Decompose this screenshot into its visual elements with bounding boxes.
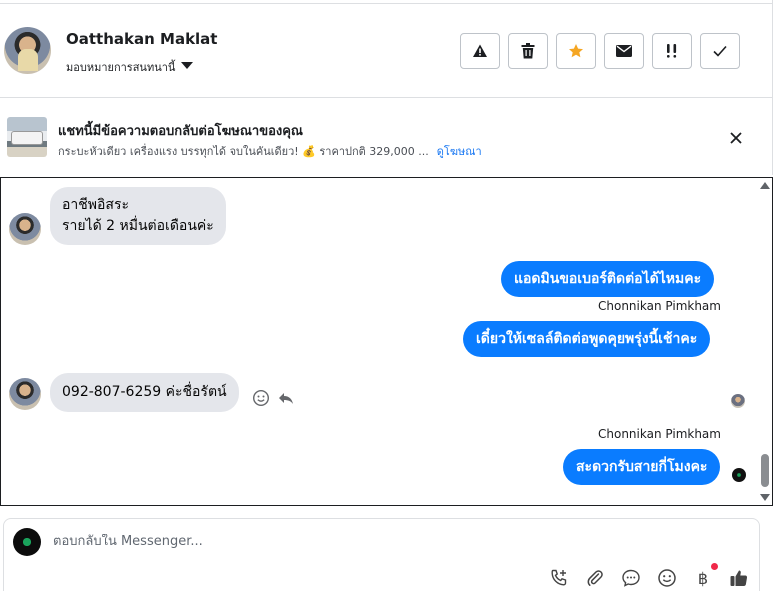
follow-up-button[interactable] [652, 33, 692, 69]
message-bubble-outgoing[interactable]: เดี๋ยวให้เซลล์ติดต่อพูดคุยพรุ่งนี้เช้าคะ [463, 321, 711, 357]
ad-description: กระบะหัวเดียว เครื่องแรง บรรทุกได้ จบในค… [58, 145, 429, 158]
assign-conversation-dropdown[interactable]: มอบหมายการสนทนานี้ [66, 58, 194, 76]
message-text: รายได้ 2 หมื่นต่อเดือนค่ะ [62, 218, 214, 234]
caret-down-icon [181, 62, 194, 69]
page-avatar [13, 528, 41, 556]
scroll-up-arrow[interactable] [760, 182, 770, 189]
thumbs-up-icon [730, 570, 748, 586]
message-thread[interactable]: อาชีพอิสระ รายได้ 2 หมื่นต่อเดือนค่ะ แอด… [0, 177, 773, 506]
contact-name[interactable]: Oatthakan Maklat [66, 30, 217, 48]
attach-button[interactable] [584, 567, 606, 589]
saved-replies-button[interactable] [620, 567, 642, 589]
scrollbar-thumb[interactable] [761, 454, 769, 487]
message-bubble-outgoing[interactable]: แอดมินขอเบอร์ติดต่อได้ไหมคะ [501, 261, 715, 297]
inbox-conversation-view: Oatthakan Maklat มอบหมายการสนทนานี้ แชทน… [0, 0, 783, 591]
scroll-down-arrow[interactable] [760, 494, 770, 501]
check-icon [713, 45, 727, 57]
notification-dot [711, 563, 718, 570]
star-button[interactable] [556, 33, 596, 69]
phone-plus-icon [551, 569, 567, 586]
assign-label: มอบหมายการสนทนานี้ [66, 61, 176, 74]
chat-bubble-icon [622, 569, 640, 587]
mark-done-button[interactable] [700, 33, 740, 69]
reply-input[interactable] [53, 534, 653, 549]
ad-context-banner: แชทนี้มีข้อความตอบกลับต่อโฆษณาของคุณ กระ… [0, 99, 772, 177]
call-button[interactable] [548, 567, 570, 589]
like-button[interactable] [728, 567, 750, 589]
react-emoji-icon[interactable] [252, 389, 270, 407]
mark-unread-button[interactable] [604, 33, 644, 69]
emoji-button[interactable] [656, 567, 678, 589]
customer-avatar[interactable] [9, 378, 41, 410]
warning-icon [473, 44, 487, 57]
paperclip-icon [587, 570, 603, 586]
baht-icon: ฿ [697, 568, 709, 588]
follow-up-icon [667, 44, 677, 58]
conversation-header: Oatthakan Maklat มอบหมายการสนทนานี้ [0, 4, 772, 98]
trash-icon [521, 43, 535, 59]
view-ad-link[interactable]: ดูโฆษณา [437, 142, 482, 160]
seen-page-avatar [732, 468, 746, 482]
seen-avatar [731, 394, 745, 408]
message-bubble-incoming[interactable]: 092-807-6259 ค่ะชื่อรัตน์ [50, 373, 239, 412]
composer-tools: ฿ [548, 563, 750, 589]
ad-thumbnail[interactable] [7, 117, 47, 157]
sender-name: Chonnikan Pimkham [598, 299, 721, 313]
right-divider [772, 0, 773, 175]
message-text: อาชีพอิสระ [62, 197, 129, 213]
contact-avatar[interactable] [4, 27, 51, 74]
message-text: 092-807-6259 ค่ะชื่อรัตน์ [62, 384, 227, 400]
message-bubble-outgoing[interactable]: สะดวกรับสายกี่โมงคะ [563, 449, 721, 485]
customer-avatar[interactable] [9, 213, 41, 245]
message-bubble-incoming[interactable]: อาชีพอิสระ รายได้ 2 หมื่นต่อเดือนค่ะ [50, 187, 226, 245]
star-icon [569, 44, 583, 58]
close-icon[interactable] [727, 129, 745, 147]
smiley-icon [658, 569, 676, 587]
envelope-icon [616, 45, 632, 57]
ad-banner-subtitle: กระบะหัวเดียว เครื่องแรง บรรทุกได้ จบในค… [58, 142, 482, 160]
payment-button[interactable]: ฿ [692, 563, 718, 589]
reply-composer: ฿ [3, 518, 760, 591]
conversation-actions [460, 33, 740, 69]
delete-button[interactable] [508, 33, 548, 69]
mark-spam-button[interactable] [460, 33, 500, 69]
sender-name: Chonnikan Pimkham [598, 427, 721, 441]
reply-arrow-icon[interactable] [277, 389, 295, 407]
ad-banner-title: แชทนี้มีข้อความตอบกลับต่อโฆษณาของคุณ [58, 124, 303, 139]
